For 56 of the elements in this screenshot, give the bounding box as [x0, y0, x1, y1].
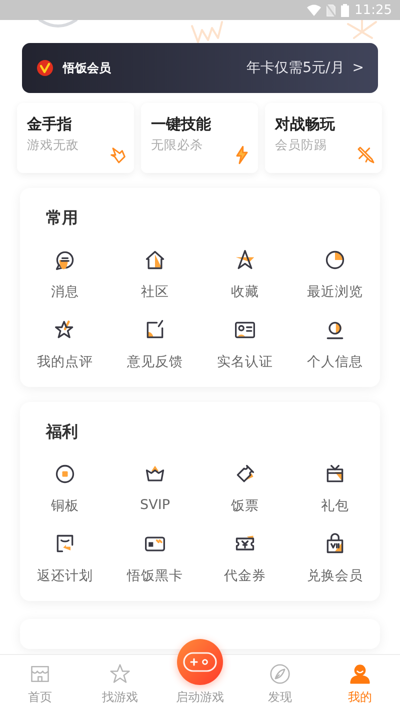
feature-card[interactable]: 金手指 游戏无敌 — [17, 103, 134, 173]
compass-icon — [269, 663, 291, 685]
menu-item[interactable]: SVIP — [140, 463, 170, 515]
vip-banner[interactable]: 悟饭会员 年卡仅需5元/月 > — [22, 43, 378, 93]
chat-bubble-icon — [54, 249, 76, 271]
vip-title: 悟饭会员 — [63, 60, 111, 76]
section-title: 常用 — [45, 208, 78, 229]
menu-item[interactable]: 悟饭黑卡 — [127, 533, 183, 585]
star-icon — [109, 663, 131, 685]
gift-icon — [324, 463, 346, 485]
menu-item[interactable]: 消息 — [51, 249, 79, 301]
menu-item[interactable]: 饭票 — [231, 463, 259, 515]
menu-item[interactable]: 铜板 — [51, 463, 79, 515]
section-title: 福利 — [44, 422, 78, 443]
menu-item[interactable]: 礼包 — [321, 463, 349, 515]
house-icon — [144, 249, 166, 271]
vip-badge-icon — [36, 59, 54, 77]
pie-chart-icon — [324, 249, 346, 271]
feature-card[interactable]: 一键技能 无限必杀 — [141, 103, 258, 173]
feature-subtitle: 游戏无敌 — [27, 136, 79, 154]
menu-item[interactable]: 个人信息 — [307, 319, 363, 371]
feature-subtitle: 无限必杀 — [151, 136, 204, 154]
tab-label[interactable]: 启动游戏 — [176, 689, 224, 706]
menu-item[interactable]: 意见反馈 — [127, 319, 183, 371]
avatar-edge-icon — [38, 20, 78, 28]
feature-title: 一键技能 — [151, 114, 211, 134]
feature-title: 对战畅玩 — [275, 114, 335, 134]
menu-item[interactable]: 兑换会员 — [307, 533, 363, 585]
menu-item[interactable]: 返还计划 — [37, 533, 93, 585]
edit-square-icon — [144, 319, 166, 341]
menu-item[interactable]: 实名认证 — [217, 319, 273, 371]
battery-icon — [340, 4, 349, 16]
user-icon — [324, 319, 346, 341]
no-sim-icon — [326, 4, 336, 16]
chevron-icon: > — [352, 60, 364, 76]
return-card-icon — [54, 533, 76, 555]
shopping-bag-icon — [324, 533, 346, 555]
ticket-icon — [234, 463, 256, 485]
user-icon — [349, 663, 371, 685]
launch-game-button[interactable] — [177, 639, 223, 685]
gamepad-icon — [183, 652, 217, 672]
menu-item[interactable]: 最近浏览 — [307, 249, 363, 301]
id-card-icon — [234, 319, 256, 341]
star-pen-icon — [54, 319, 76, 341]
menu-item[interactable]: 我的点评 — [37, 319, 93, 371]
vip-offer-text: 年卡仅需5元/月 — [246, 59, 344, 77]
menu-item[interactable]: 社区 — [141, 249, 169, 301]
clock-time: 11:25 — [354, 2, 392, 18]
feature-card[interactable]: 对战畅玩 会员防踢 — [265, 103, 382, 173]
menu-item[interactable]: 收藏 — [231, 249, 259, 301]
menu-item[interactable]: 代金券 — [224, 533, 266, 585]
coin-icon — [54, 463, 76, 485]
feature-title: 金手指 — [27, 114, 73, 134]
storefront-icon — [29, 663, 51, 685]
wifi-icon — [306, 4, 321, 16]
feature-subtitle: 会员防踢 — [275, 136, 328, 154]
